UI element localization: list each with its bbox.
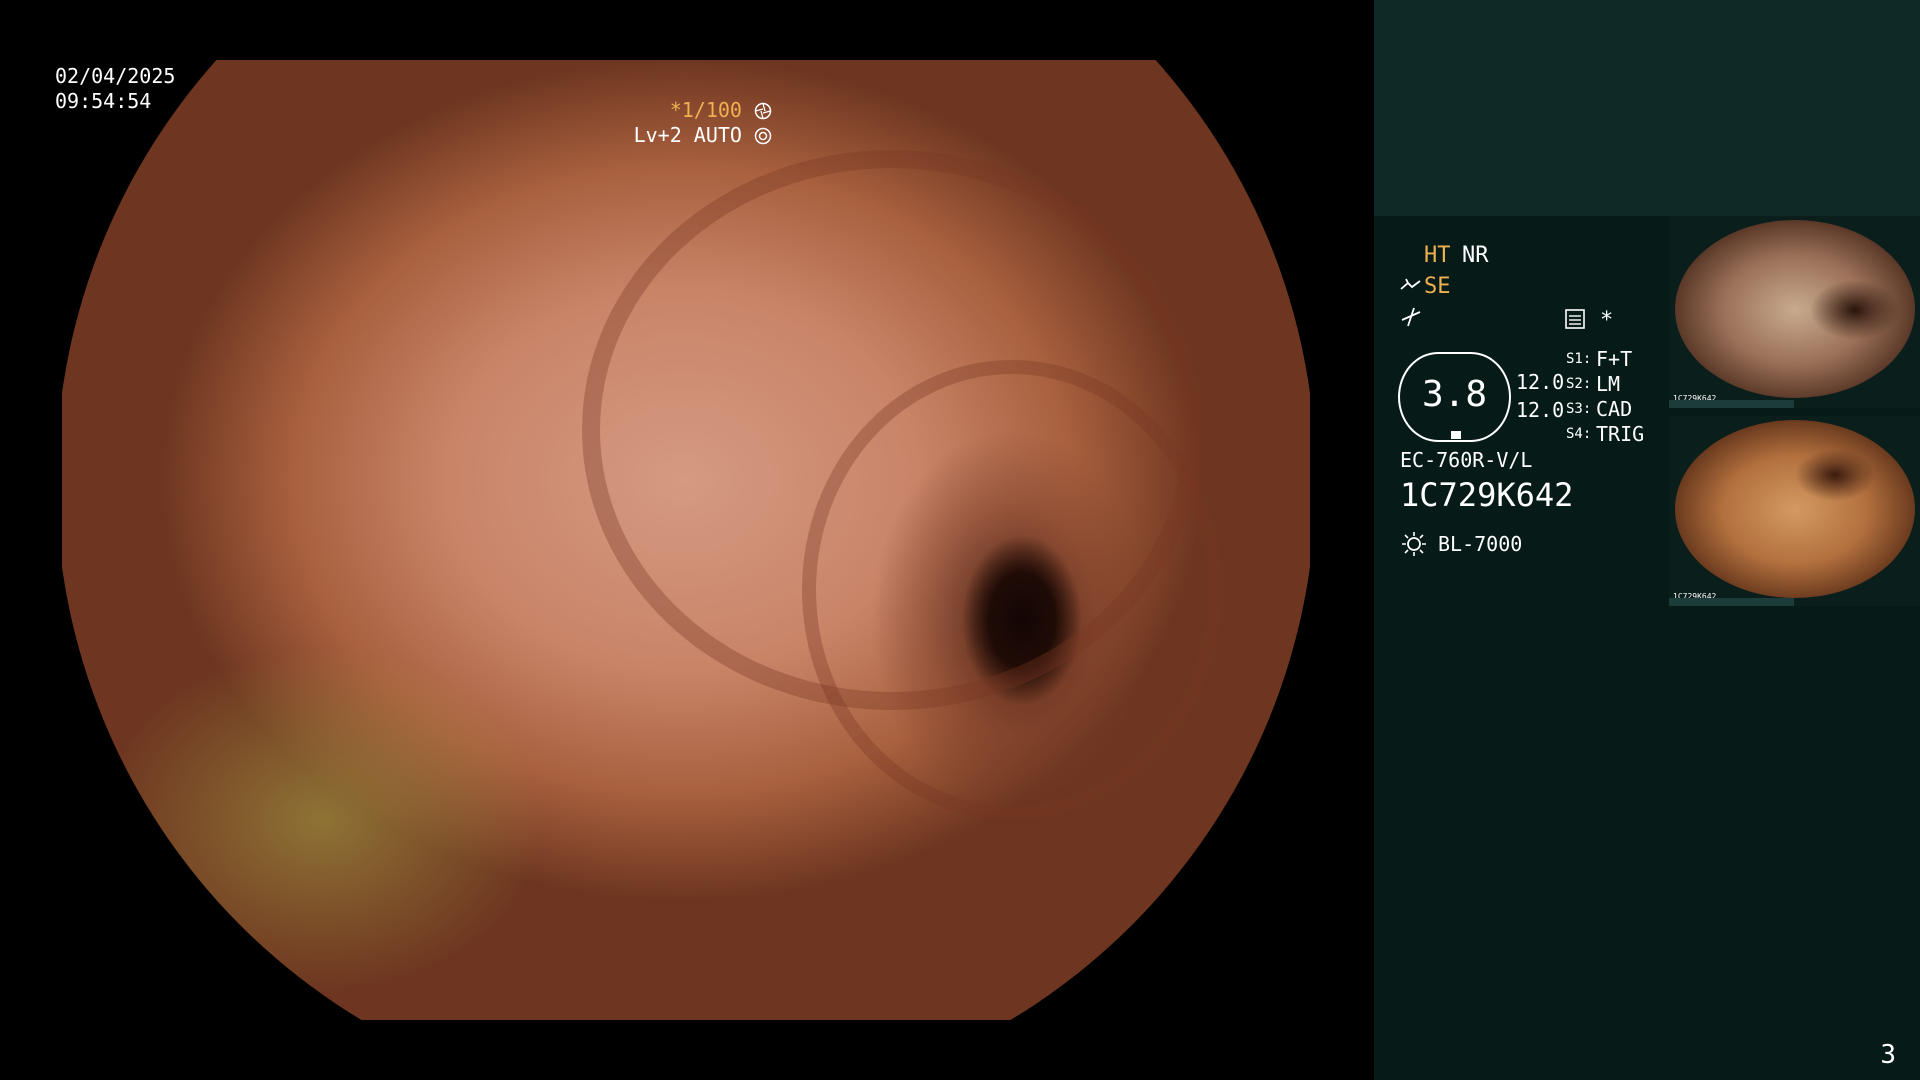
enhance-icon — [1401, 307, 1421, 327]
thumbnail-1[interactable]: 1C729K642 — [1669, 216, 1920, 408]
page-number: 3 — [1880, 1040, 1896, 1070]
badge-mark — [1451, 431, 1461, 439]
s4-key: S4: — [1566, 426, 1592, 442]
time-text: 09:54:54 — [55, 89, 152, 113]
scope-icon — [1400, 278, 1421, 290]
auto-icon — [754, 127, 772, 145]
level-text: Lv+2 AUTO — [633, 123, 742, 147]
shutter-text: *1/100 — [669, 98, 742, 122]
settings-icon — [1565, 309, 1585, 329]
light-source: BL-7000 — [1438, 532, 1523, 556]
value-badge-text: 3.8 — [1421, 374, 1488, 415]
s4-val: TRIG — [1596, 422, 1645, 446]
se-label: SE — [1424, 274, 1451, 299]
info-panel-header — [1374, 0, 1920, 216]
endoscope-view-area: 02/04/2025 09:54:54 *1/100 Lv+2 AUTO — [0, 0, 1372, 1080]
datetime: 02/04/2025 09:54:54 — [55, 64, 175, 114]
mucosa-fold — [802, 360, 1222, 820]
s2-val: LM — [1596, 372, 1621, 396]
s1-val: F+T — [1596, 347, 1633, 371]
thumbnail-bar — [1669, 400, 1794, 408]
thumbnail-image — [1675, 220, 1915, 398]
serial-number: 1C729K642 — [1400, 476, 1574, 514]
thumbnail-image — [1675, 420, 1915, 598]
s3-val: CAD — [1596, 397, 1633, 421]
value-b: 12.0 — [1516, 398, 1565, 422]
s1-key: S1: — [1566, 351, 1592, 367]
scope-model: EC-760R-V/L — [1400, 448, 1533, 472]
thumbnail-bar — [1669, 598, 1794, 606]
date-text: 02/04/2025 — [55, 64, 176, 88]
light-icon — [1402, 532, 1426, 556]
endoscope-image — [62, 60, 1310, 1020]
value-a: 12.0 — [1516, 370, 1565, 394]
star-label: * — [1600, 308, 1614, 333]
shutter-icon — [754, 102, 772, 120]
ht-label: HT — [1424, 243, 1451, 268]
thumbnail-2[interactable]: 1C729K642 — [1669, 416, 1920, 606]
s2-key: S2: — [1566, 376, 1592, 392]
nr-label: NR — [1462, 243, 1489, 268]
shutter-info: *1/100 Lv+2 AUTO — [634, 98, 772, 148]
s3-key: S3: — [1566, 401, 1592, 417]
